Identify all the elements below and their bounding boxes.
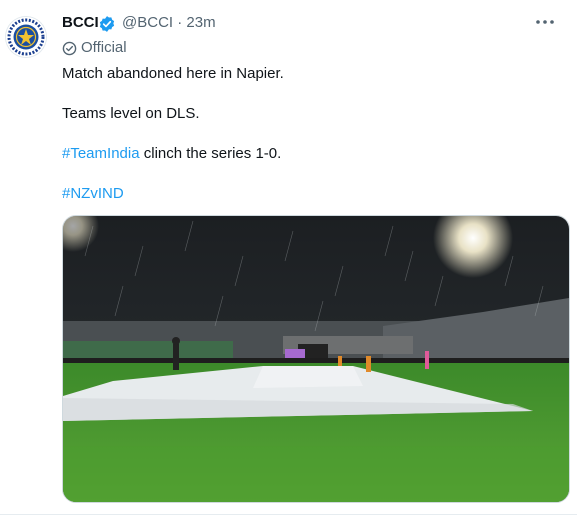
author-name[interactable]: BCCI — [62, 14, 99, 31]
tweet-photo[interactable] — [62, 215, 570, 503]
more-options-icon[interactable] — [533, 10, 557, 34]
handle-and-time: @BCCI · 23m — [122, 14, 216, 31]
official-label: Official — [81, 39, 127, 56]
tweet-text-line-4: #NZvIND — [62, 184, 124, 204]
stadium-rain-photo — [63, 216, 569, 502]
tweet-text-line-1: Match abandoned here in Napier. — [62, 65, 284, 82]
tweet[interactable]: BCCI @BCCI · 23m Official Match abandone… — [0, 0, 577, 515]
official-check-icon — [62, 41, 77, 56]
hashtag-nzvind[interactable]: #NZvIND — [62, 185, 124, 202]
bcci-logo-icon — [6, 17, 46, 57]
hashtag-teamindia[interactable]: #TeamIndia — [62, 145, 140, 162]
tweet-header: BCCI @BCCI · 23m — [62, 14, 557, 34]
author-handle[interactable]: @BCCI — [122, 14, 173, 31]
tweet-text-line-3-rest: clinch the series 1-0. — [139, 145, 282, 162]
verified-badge-icon[interactable] — [98, 15, 116, 33]
tweet-text-line-3: #TeamIndia clinch the series 1-0. — [62, 144, 281, 164]
tweet-time[interactable]: 23m — [186, 14, 215, 31]
tweet-text-line-2: Teams level on DLS. — [62, 105, 200, 122]
avatar[interactable] — [5, 16, 47, 58]
separator: · — [177, 14, 183, 31]
